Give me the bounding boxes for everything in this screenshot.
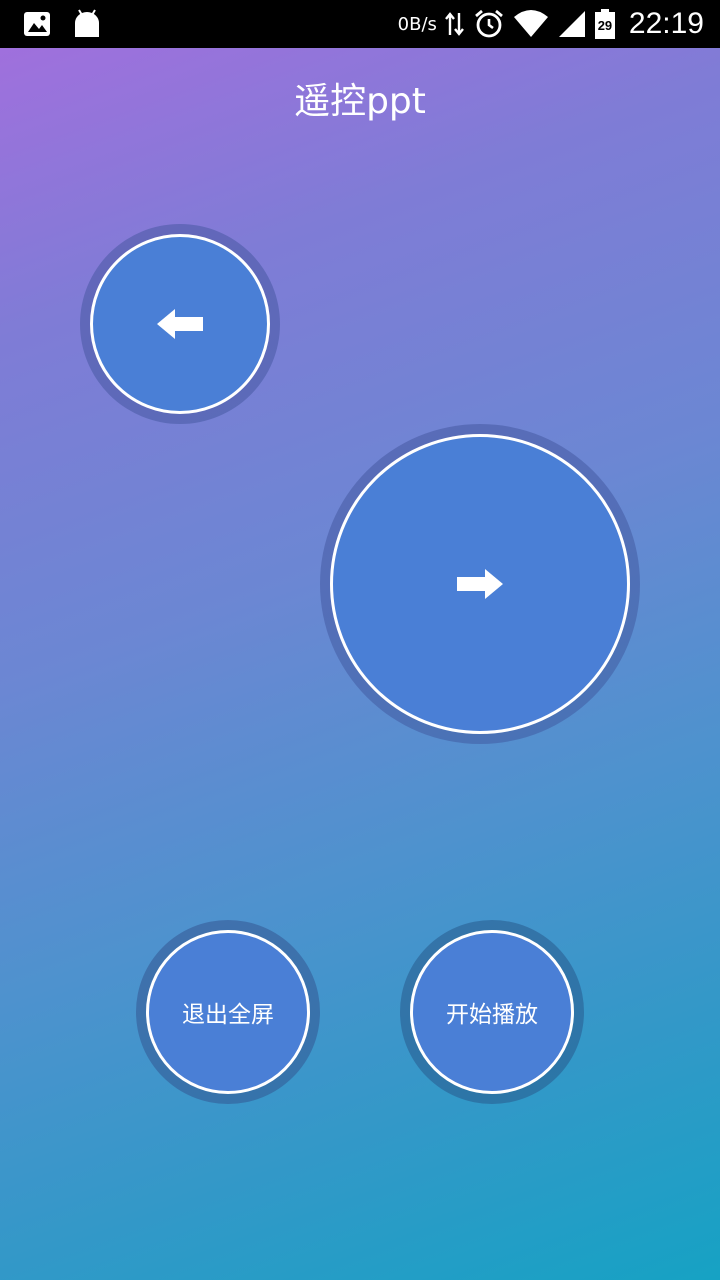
exit-fullscreen-ring: 退出全屏 <box>136 920 320 1104</box>
battery-level: 29 <box>594 12 615 39</box>
arrow-left-icon <box>157 309 203 339</box>
clock: 22:19 <box>628 7 704 40</box>
signal-icon <box>558 11 585 37</box>
net-speed: 0B/s <box>397 13 437 35</box>
image-icon <box>24 12 50 36</box>
battery-icon: 29 <box>594 9 615 39</box>
arrow-right-icon <box>457 569 503 599</box>
status-bar: 0B/s 29 22:19 <box>0 0 720 48</box>
alarm-icon <box>475 9 503 38</box>
next-slide-button[interactable] <box>330 434 630 734</box>
start-play-ring: 开始播放 <box>400 920 584 1104</box>
exit-fullscreen-label: 退出全屏 <box>182 1002 274 1028</box>
wifi-icon <box>513 10 548 37</box>
next-slide-ring <box>320 424 640 744</box>
android-icon <box>75 9 99 37</box>
prev-slide-button[interactable] <box>90 234 270 414</box>
remote-screen: 0B/s 29 22:19 遥控ppt 退出全屏 开始播放 <box>0 0 720 1280</box>
data-transfer-icon <box>444 12 464 36</box>
prev-slide-ring <box>80 224 280 424</box>
start-play-button[interactable]: 开始播放 <box>410 930 574 1094</box>
start-play-label: 开始播放 <box>446 1002 538 1028</box>
page-title: 遥控ppt <box>294 81 426 122</box>
exit-fullscreen-button[interactable]: 退出全屏 <box>146 930 310 1094</box>
